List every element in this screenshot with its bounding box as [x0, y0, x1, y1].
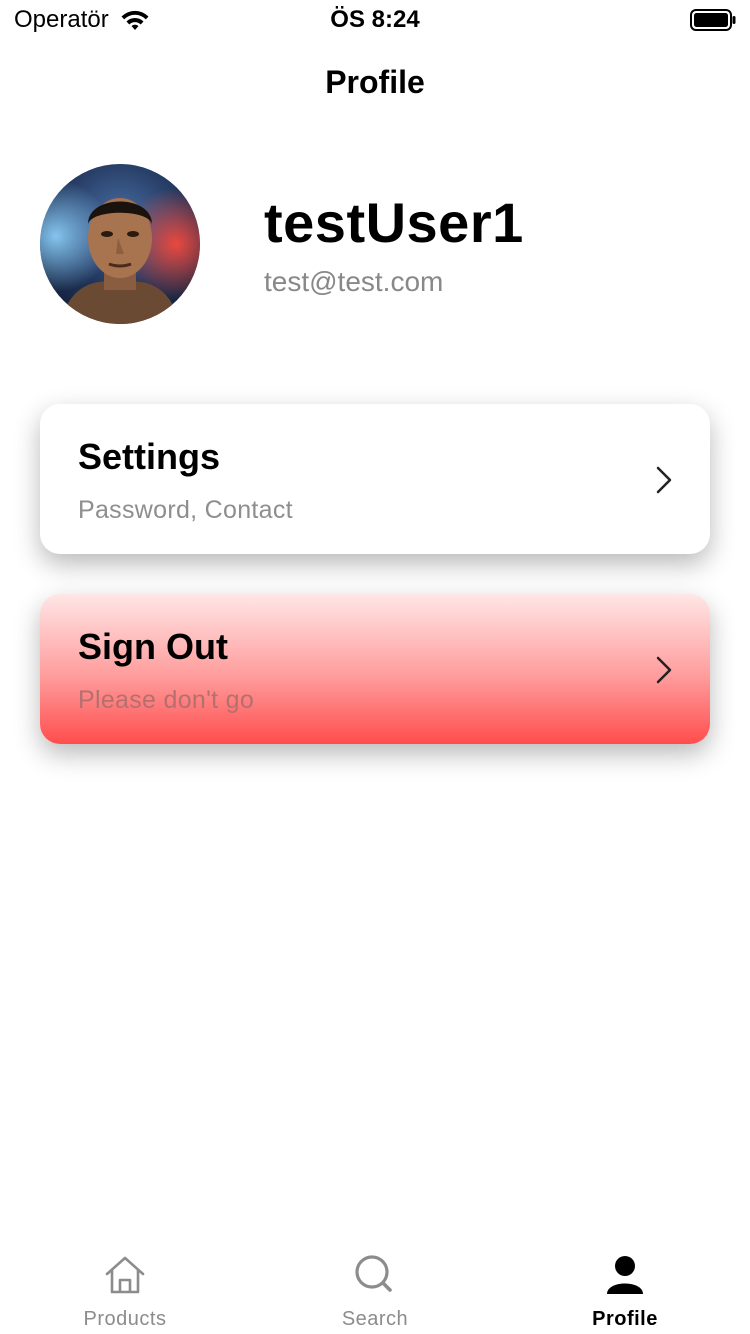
chevron-right-icon	[656, 656, 672, 684]
tab-products-label: Products	[83, 1308, 167, 1330]
sign-out-subtitle: Please don't go	[78, 686, 255, 714]
battery-icon	[690, 9, 736, 31]
page-title: Profile	[325, 64, 425, 100]
house-icon	[105, 1256, 145, 1294]
profile-email: test@test.com	[264, 266, 444, 297]
status-time: ÖS 8:24	[330, 6, 420, 33]
avatar	[40, 164, 200, 324]
status-bar: Operatör ÖS 8:24	[0, 0, 750, 40]
person-icon	[607, 1256, 643, 1294]
sign-out-card[interactable]: Sign Out Please don't go	[40, 594, 710, 744]
settings-card[interactable]: Settings Password, Contact	[40, 404, 710, 554]
tab-profile[interactable]: Profile	[500, 1236, 750, 1334]
settings-subtitle: Password, Contact	[78, 496, 293, 524]
search-icon	[355, 1255, 392, 1292]
tab-profile-label: Profile	[592, 1308, 658, 1330]
chevron-right-icon	[656, 466, 672, 494]
tab-bar: Products Search Profile	[0, 1236, 750, 1334]
settings-title: Settings	[78, 436, 221, 477]
tab-products[interactable]: Products	[0, 1236, 250, 1334]
profile-username: testUser1	[264, 191, 524, 254]
avatar-image	[40, 164, 200, 324]
tab-search-label: Search	[341, 1308, 409, 1330]
sign-out-title: Sign Out	[78, 626, 228, 667]
tab-search[interactable]: Search	[250, 1236, 500, 1334]
